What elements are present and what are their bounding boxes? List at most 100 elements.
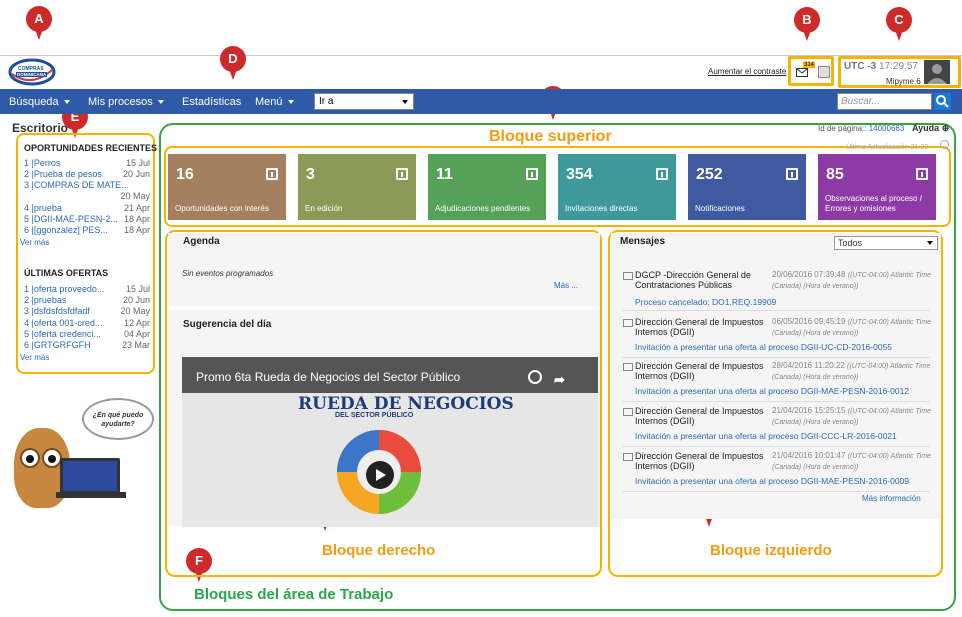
list-item-label[interactable]: 6 |[ggonzalez] PES...	[24, 225, 108, 235]
list-item-label[interactable]: 4 |prueba	[24, 203, 62, 213]
message-link[interactable]: Invitación a presentar una oferta al pro…	[635, 431, 897, 441]
list-item-label[interactable]: 3 |COMPRAS DE MATE...	[24, 180, 129, 190]
stat-tile[interactable]: 16 Oportunidades con interés	[168, 154, 286, 220]
list-item-label[interactable]: 6 |GRTGRFGFH	[24, 340, 91, 350]
message-date: 21/04/2016 10:01:47	[772, 451, 846, 460]
stat-tile[interactable]: 11 Adjudicaciones pendientes	[428, 154, 546, 220]
list-item-date: 15 Jul	[125, 284, 150, 294]
ver-mas-opps-link[interactable]: Ver más	[20, 238, 49, 247]
laptop-icon	[60, 458, 120, 494]
list-item[interactable]: 3 |dsfdsfdsfdfadf 20 May	[24, 306, 150, 317]
list-item-label[interactable]: 2 |pruebas	[24, 295, 66, 305]
envelope-icon	[623, 272, 633, 280]
list-item[interactable]: 4 |prueba 21 Apr	[24, 203, 150, 214]
list-item[interactable]: 4 |oferta 001-cred... 12 Apr	[24, 318, 150, 329]
list-item-label[interactable]: 2 |Prueba de pesos	[24, 169, 102, 179]
search-button[interactable]	[934, 93, 951, 110]
message-link[interactable]: Invitación a presentar una oferta al pro…	[635, 386, 909, 396]
list-item-label[interactable]: 1 |oferta proveedo...	[24, 284, 104, 294]
messages-filter-select[interactable]: Todos	[834, 236, 938, 250]
list-item[interactable]: 5 |DGII-MAE-PESN-2... 18 Apr	[24, 214, 150, 225]
nav-estadisticas[interactable]: Estadísticas	[182, 96, 241, 108]
share-icon[interactable]: ➦	[554, 372, 565, 388]
list-item-date: 20 May	[120, 306, 150, 316]
refresh-icon[interactable]	[940, 140, 949, 149]
nav-busqueda[interactable]: Búsqueda	[9, 96, 70, 108]
message-link[interactable]: Invitación a presentar una oferta al pro…	[635, 342, 892, 352]
stat-tile[interactable]: 354 Invitaciones directas	[558, 154, 676, 220]
gift-icon	[266, 168, 278, 180]
owl-eye-left	[20, 448, 40, 468]
tile-label: En edición	[305, 204, 343, 213]
message-divider	[622, 357, 930, 358]
search-input[interactable]: Buscar...	[837, 93, 932, 110]
help-bubble-text: ¿En qué puedo ayudarte?	[92, 412, 144, 428]
user-name[interactable]: Mipyme 6	[886, 77, 921, 86]
clock-icon[interactable]	[528, 370, 542, 384]
stat-tile[interactable]: 252 Notificaciones	[688, 154, 806, 220]
ir-a-select[interactable]: Ir a	[314, 93, 414, 110]
list-item-date: 20 Jun	[122, 169, 150, 179]
list-item[interactable]: 3 |COMPRAS DE MATE... 20 May	[24, 180, 150, 201]
nav-menu[interactable]: Menú	[255, 96, 294, 108]
documents-icon[interactable]	[818, 66, 830, 78]
more-info-link[interactable]: Más información	[862, 494, 921, 503]
owl-eye-right	[42, 448, 62, 468]
offers-title: ÚLTIMAS OFERTAS	[24, 268, 109, 278]
play-button[interactable]	[366, 461, 394, 489]
tile-label: Invitaciones directas	[565, 204, 638, 213]
messages-title: Mensajes	[620, 236, 666, 247]
page-id-label: Id de página::	[818, 124, 867, 133]
ir-a-value: Ir a	[319, 96, 334, 107]
list-item[interactable]: 6 |[ggonzalez] PES... 18 Apr	[24, 225, 150, 236]
gift-icon	[396, 168, 408, 180]
bloque-superior-label: Bloque superior	[489, 128, 612, 145]
message-link[interactable]: Invitación a presentar una oferta al pro…	[635, 476, 909, 486]
list-item-label[interactable]: 5 |DGII-MAE-PESN-2...	[24, 214, 118, 224]
message-date: 06/05/2016 09:45:19	[772, 317, 846, 326]
avatar[interactable]	[924, 60, 950, 84]
stat-tile[interactable]: 85 Observaciones al proceso / Errores y o…	[818, 154, 936, 220]
compras-dominicana-logo[interactable]: COMPRAS DOMINICANA	[8, 58, 56, 86]
list-item[interactable]: 2 |Prueba de pesos 20 Jun	[24, 169, 150, 180]
message-sender: Dirección General de Impuestos Internos …	[635, 317, 764, 337]
tile-label: Adjudicaciones pendientes	[435, 204, 531, 213]
message-date: 21/04/2016 15:25:15	[772, 406, 846, 415]
page-id: Id de página:: 14000663	[818, 124, 904, 133]
ver-mas-offers-link[interactable]: Ver más	[20, 353, 49, 362]
contrast-link[interactable]: Aumentar el contraste	[708, 67, 786, 76]
list-item-label[interactable]: 3 |dsfdsfdsfdfadf	[24, 306, 90, 316]
list-item-label[interactable]: 4 |oferta 001-cred...	[24, 318, 102, 328]
list-item-label[interactable]: 5 |oferta credenci...	[24, 329, 101, 339]
page-id-value[interactable]: 14000663	[869, 124, 905, 133]
message-sender: Dirección General de Impuestos Internos …	[635, 406, 764, 426]
list-item-date: 15 Jul	[125, 158, 150, 168]
list-item-date: 20 Jun	[122, 295, 150, 305]
message-link[interactable]: Proceso cancelado: DO1.REQ.19909	[635, 297, 776, 307]
mail-count-badge: 314	[803, 62, 816, 68]
tile-count: 354	[566, 166, 593, 183]
agenda-more-link[interactable]: Más ...	[554, 281, 578, 290]
pin-b: B	[794, 7, 820, 41]
video-title[interactable]: Promo 6ta Rueda de Negocios del Sector P…	[196, 370, 460, 384]
stat-tile[interactable]: 3 En edición	[298, 154, 416, 220]
help-link[interactable]: Ayuda ⊕	[912, 123, 949, 134]
video-banner-subtitle: DEL SECTOR PÚBLICO	[335, 412, 414, 419]
chevron-down-icon	[287, 100, 294, 105]
list-item[interactable]: 1 |oferta proveedo... 15 Jul	[24, 284, 150, 295]
list-item[interactable]: 5 |oferta credenci... 04 Apr	[24, 329, 150, 340]
list-item[interactable]: 2 |pruebas 20 Jun	[24, 295, 150, 306]
message-time: 21/04/2016 10:01:47 ((UTC-04:00) Atlanti…	[772, 451, 932, 473]
mail-icon[interactable]	[796, 68, 808, 77]
list-item-date: 23 Mar	[121, 340, 150, 350]
list-item[interactable]: 1 |Perros 15 Jul	[24, 158, 150, 169]
list-item[interactable]: 6 |GRTGRFGFH 23 Mar	[24, 340, 150, 351]
last-update: Última Actualización 21:29	[846, 144, 929, 151]
list-item-label[interactable]: 1 |Perros	[24, 158, 60, 168]
help-icon: ⊕	[941, 123, 950, 133]
message-date: 28/04/2016 11:20:22	[772, 361, 845, 370]
bloque-izquierdo-label: Bloque izquierdo	[710, 542, 832, 559]
message-divider	[622, 446, 930, 447]
nav-mis-procesos[interactable]: Mis procesos	[88, 96, 164, 108]
envelope-icon	[623, 408, 633, 416]
